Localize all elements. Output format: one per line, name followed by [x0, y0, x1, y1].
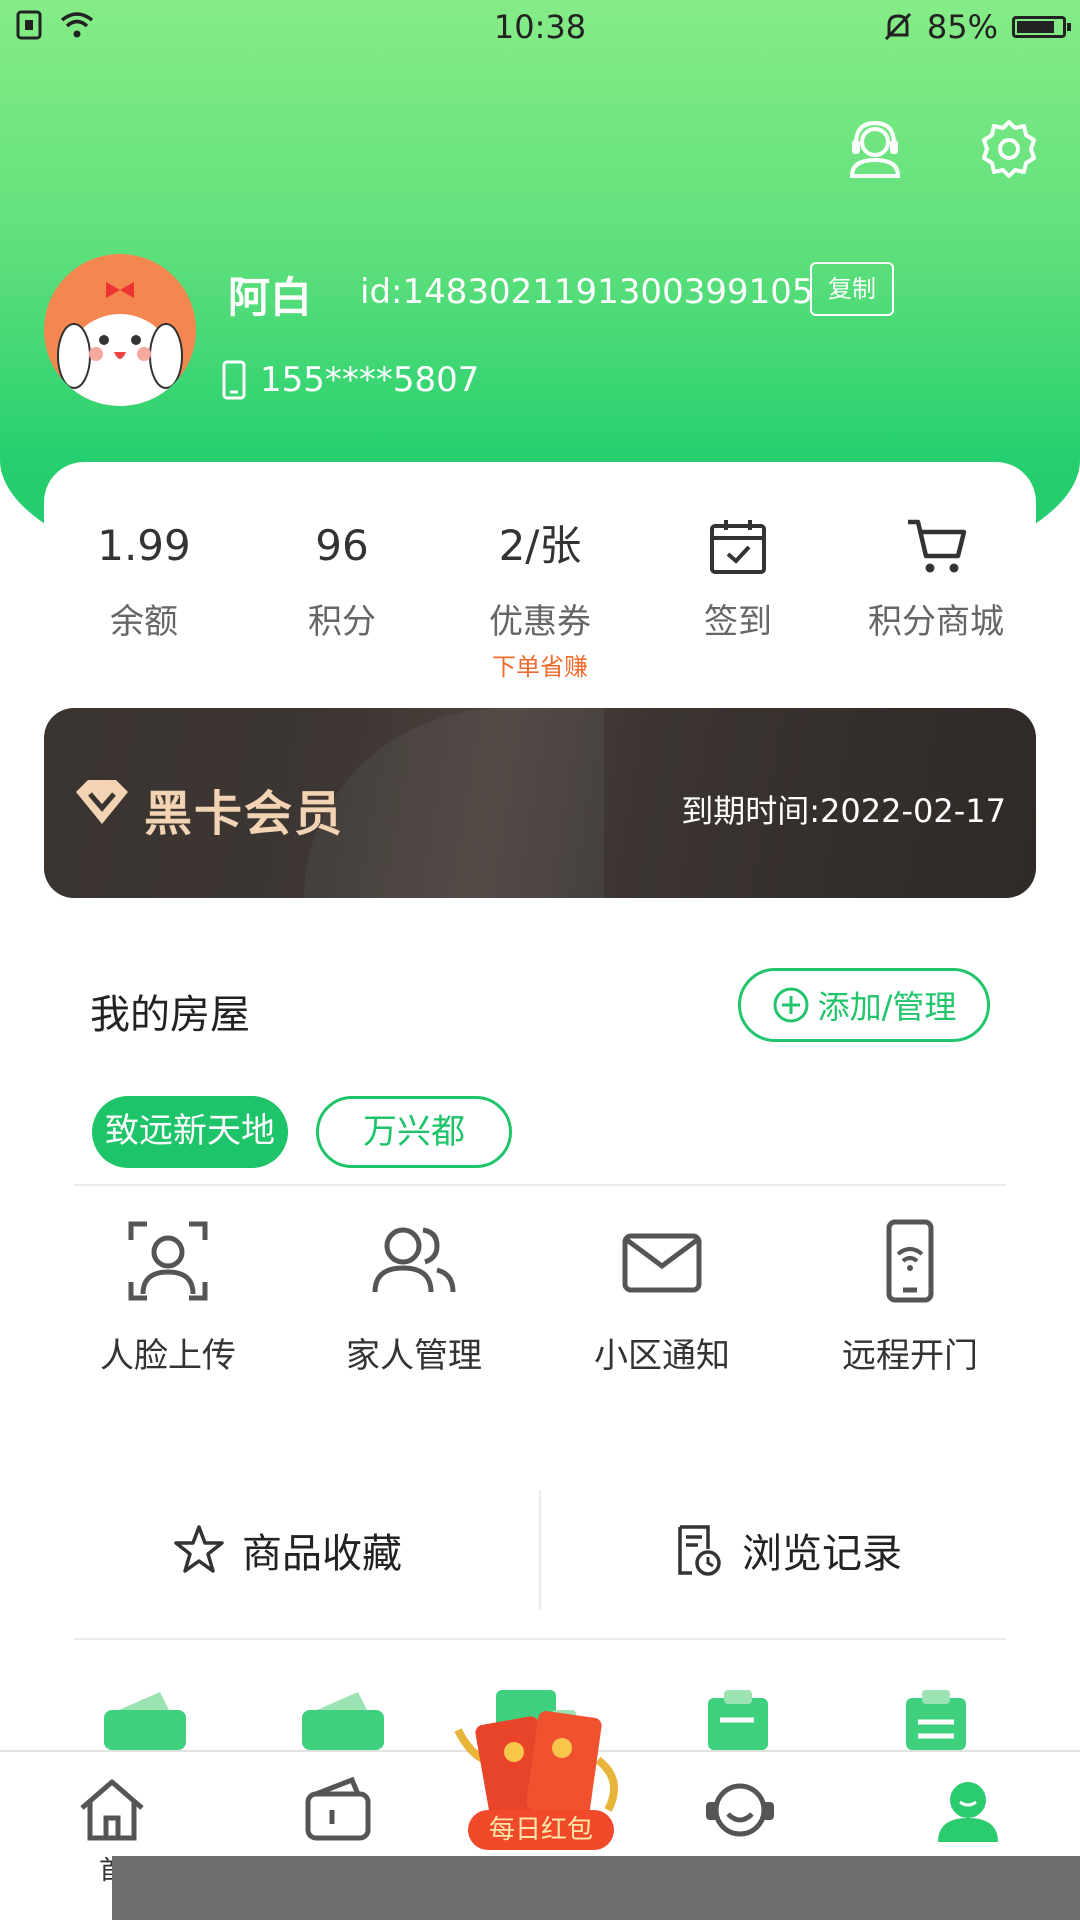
balance-label: 余额 [110, 602, 178, 642]
favorites-label: 商品收藏 [242, 1531, 402, 1577]
house-tag[interactable]: 万兴都 [316, 1096, 512, 1168]
calendar-check-icon [710, 520, 766, 574]
family-manage-item[interactable]: 家人管理 [314, 1218, 514, 1377]
user-name: 阿白 [228, 273, 313, 322]
phone-row: 155****5807 [222, 360, 479, 400]
points-label: 积分 [308, 602, 376, 642]
remote-unlock-item[interactable]: 远程开门 [810, 1218, 1010, 1377]
house-tag-active[interactable]: 致远新天地 [92, 1096, 288, 1168]
plus-circle-icon [773, 987, 809, 1023]
coupon-label: 优惠券 [489, 602, 591, 642]
history-record-icon [678, 1525, 721, 1576]
add-manage-label: 添加/管理 [817, 988, 957, 1026]
wallet-green-icon [302, 1692, 384, 1750]
add-manage-button[interactable]: 添加/管理 [738, 968, 990, 1042]
vip-sheen [304, 708, 604, 898]
points-mall-stat[interactable]: 积分商城 [836, 516, 1036, 643]
daily-red-packet-button[interactable]: 每日红包 [448, 1700, 632, 1850]
divider [74, 1184, 1006, 1186]
clipboard-green-icon [708, 1690, 768, 1750]
home-icon [80, 1779, 144, 1841]
headset-icon [706, 1783, 774, 1837]
settings-gear-icon[interactable] [978, 118, 1040, 180]
avatar-dog-illustration [57, 282, 183, 406]
coupon-subtext: 下单省赚 [492, 653, 588, 681]
vertical-divider [539, 1490, 541, 1610]
balance-value: 1.99 [97, 521, 191, 570]
family-manage-label: 家人管理 [346, 1336, 482, 1376]
divider [74, 1638, 1006, 1640]
history-button[interactable]: 浏览记录 [672, 1520, 902, 1580]
status-bar: 10:38 85% [0, 0, 1080, 56]
user-id: id:1483021191300399105 [360, 272, 814, 312]
face-upload-item[interactable]: 人脸上传 [68, 1218, 268, 1377]
favorites-button[interactable]: 商品收藏 [172, 1520, 402, 1580]
mail-icon [622, 1233, 702, 1293]
my-house-title: 我的房屋 [90, 992, 250, 1038]
mobile-phone-icon [222, 360, 246, 400]
cart-icon [908, 519, 967, 573]
user-phone: 155****5807 [260, 360, 480, 400]
balance-stat[interactable]: 1.99 余额 [44, 516, 244, 643]
vip-title: 黑卡会员 [144, 786, 345, 842]
community-notice-item[interactable]: 小区通知 [562, 1218, 762, 1377]
face-upload-label: 人脸上传 [100, 1336, 236, 1376]
coupon-stat[interactable]: 2/张 优惠券 下单省赚 [440, 516, 640, 682]
points-stat[interactable]: 96 积分 [242, 516, 442, 643]
checkin-stat[interactable]: 签到 [638, 516, 838, 643]
list-green-icon [906, 1690, 966, 1750]
face-scan-icon [128, 1221, 208, 1301]
remote-unlock-label: 远程开门 [842, 1336, 978, 1376]
family-icon [372, 1227, 456, 1293]
phone-wifi-icon [886, 1219, 934, 1303]
diamond-icon [76, 780, 128, 824]
vip-expiry: 到期时间:2022-02-17 [681, 792, 1006, 830]
stats-card: 1.99 余额 96 积分 2/张 优惠券 下单省赚 签到 积分商城 [44, 462, 1036, 702]
wallet-green-icon [104, 1692, 186, 1750]
copy-id-button[interactable]: 复制 [810, 262, 894, 316]
bell-muted-icon [884, 12, 911, 41]
wallet-icon [305, 1776, 371, 1841]
red-packet-label: 每日红包 [468, 1810, 614, 1850]
star-icon [174, 1525, 224, 1573]
system-overlay-bar [112, 1856, 1080, 1920]
avatar[interactable] [44, 254, 196, 406]
points-value: 96 [315, 521, 369, 570]
battery-percent: 85% [926, 8, 998, 46]
customer-service-icon[interactable] [844, 118, 906, 180]
community-notice-label: 小区通知 [594, 1336, 730, 1376]
profile-active-icon [938, 1782, 998, 1842]
battery-icon [1012, 16, 1071, 38]
coupon-value: 2/张 [498, 521, 582, 570]
checkin-label: 签到 [704, 602, 772, 642]
history-label: 浏览记录 [742, 1531, 902, 1577]
points-mall-label: 积分商城 [868, 602, 1004, 642]
vip-card[interactable]: 黑卡会员 到期时间:2022-02-17 [44, 708, 1036, 898]
